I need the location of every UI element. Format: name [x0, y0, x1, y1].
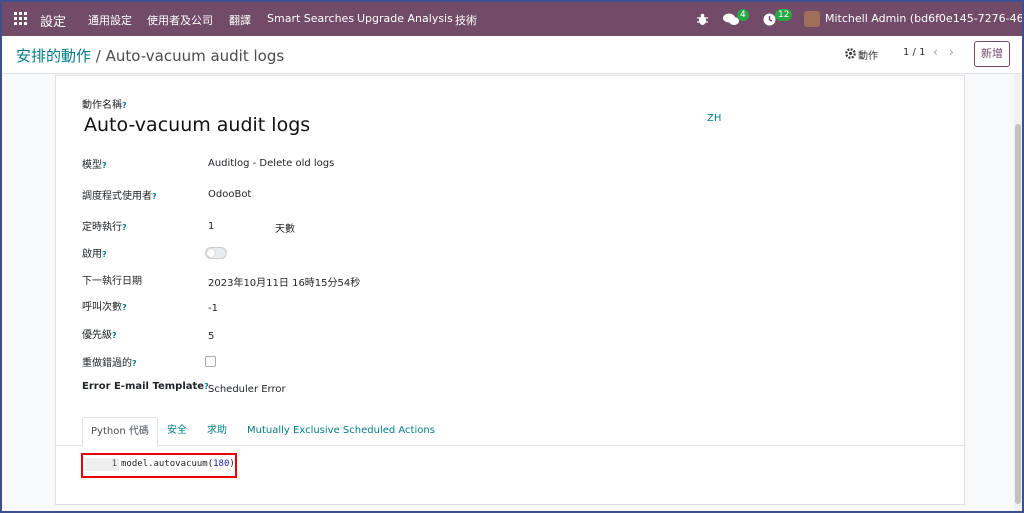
interval-label: 定時執行? — [82, 222, 127, 233]
next-call-label: 下一執行日期 — [82, 276, 142, 287]
user-avatar[interactable] — [804, 11, 820, 27]
new-button[interactable]: 新增 — [974, 41, 1010, 67]
code-editor[interactable]: model.autovacuum(180) — [121, 458, 235, 471]
email-template-label: Error E-mail Template? — [82, 381, 209, 392]
toggle-knob — [207, 249, 215, 257]
scheduler-user-label: 調度程式使用者? — [82, 191, 157, 202]
doall-label: 重做錯過的? — [82, 358, 137, 369]
form-sheet: 動作名稱? Auto-vacuum audit logs ZH 模型? Audi… — [55, 75, 965, 505]
help-icon[interactable]: ? — [102, 161, 107, 170]
app-window: 設定 通用設定 使用者及公司 翻譯 Smart Searches Upgrade… — [0, 0, 1024, 513]
next-call-field[interactable]: 2023年10月11日 16時15分54秒 — [208, 274, 360, 289]
model-field[interactable]: Auditlog - Delete old logs — [208, 158, 334, 169]
code-editor-highlight: 1 model.autovacuum(180) — [81, 453, 237, 478]
priority-label: 優先級? — [82, 330, 117, 341]
tab-mutually-exclusive[interactable]: Mutually Exclusive Scheduled Actions — [239, 417, 443, 444]
breadcrumb-separator: / — [95, 47, 101, 65]
help-icon[interactable]: ? — [112, 331, 117, 340]
pager-prev-icon[interactable]: ‹ — [933, 45, 938, 59]
interval-number-field[interactable]: 1 — [208, 221, 214, 232]
notebook-tabs: Python 代碼 安全 求助 Mutually Exclusive Sched… — [56, 417, 964, 446]
active-label: 啟用? — [82, 249, 107, 260]
control-panel: 安排的動作 / Auto-vacuum audit logs 動作 1 / 1 … — [2, 36, 1022, 74]
debug-bug-icon[interactable] — [696, 13, 709, 26]
interval-unit-select[interactable]: 天數 — [275, 220, 295, 235]
action-name-field[interactable]: Auto-vacuum audit logs — [84, 114, 310, 136]
help-icon[interactable]: ? — [102, 250, 107, 259]
scrollbar-thumb[interactable] — [1015, 124, 1021, 504]
help-icon[interactable]: ? — [122, 223, 127, 232]
app-brand[interactable]: 設定 — [40, 11, 66, 30]
priority-field[interactable]: 5 — [208, 331, 214, 342]
active-toggle[interactable] — [205, 247, 227, 259]
number-call-label: 呼叫次數? — [82, 302, 127, 313]
pager-next-icon[interactable]: › — [949, 45, 954, 59]
messages-count-badge: 4 — [737, 9, 749, 21]
page-scrollbar[interactable] — [1014, 74, 1022, 511]
action-menu-button[interactable]: 動作 — [858, 47, 878, 62]
apps-menu-icon[interactable] — [14, 12, 28, 26]
email-template-field[interactable]: Scheduler Error — [208, 384, 286, 395]
doall-checkbox[interactable] — [205, 356, 216, 367]
activities-count-badge: 12 — [775, 9, 793, 21]
help-icon[interactable]: ? — [152, 192, 157, 201]
menu-translations[interactable]: 翻譯 — [229, 12, 251, 28]
pager-value[interactable]: 1 / 1 — [903, 47, 925, 58]
model-label: 模型? — [82, 160, 107, 171]
language-button[interactable]: ZH — [707, 113, 721, 124]
top-navbar: 設定 通用設定 使用者及公司 翻譯 Smart Searches Upgrade… — [2, 2, 1022, 36]
code-line-number: 1 — [85, 458, 119, 471]
breadcrumb-parent[interactable]: 安排的動作 — [16, 47, 91, 65]
name-label: 動作名稱? — [82, 100, 127, 111]
menu-general-settings[interactable]: 通用設定 — [88, 12, 132, 28]
tab-help[interactable]: 求助 — [199, 417, 235, 444]
user-menu[interactable]: Mitchell Admin (bd6f0e145-7276-46e3-... — [825, 12, 1022, 25]
menu-smart-searches[interactable]: Smart Searches — [267, 12, 354, 25]
breadcrumb: 安排的動作 / Auto-vacuum audit logs — [16, 45, 284, 66]
menu-upgrade-analysis[interactable]: Upgrade Analysis — [357, 12, 453, 25]
tab-python-code[interactable]: Python 代碼 — [82, 417, 158, 446]
breadcrumb-current: Auto-vacuum audit logs — [105, 47, 285, 65]
number-call-field[interactable]: -1 — [208, 303, 218, 314]
help-icon[interactable]: ? — [122, 101, 127, 110]
menu-users-companies[interactable]: 使用者及公司 — [147, 12, 213, 28]
gear-icon[interactable] — [845, 48, 856, 59]
menu-technical[interactable]: 技術 — [455, 12, 477, 28]
scheduler-user-field[interactable]: OdooBot — [208, 189, 251, 200]
help-icon[interactable]: ? — [122, 303, 127, 312]
tab-security[interactable]: 安全 — [159, 417, 195, 444]
help-icon[interactable]: ? — [132, 359, 137, 368]
